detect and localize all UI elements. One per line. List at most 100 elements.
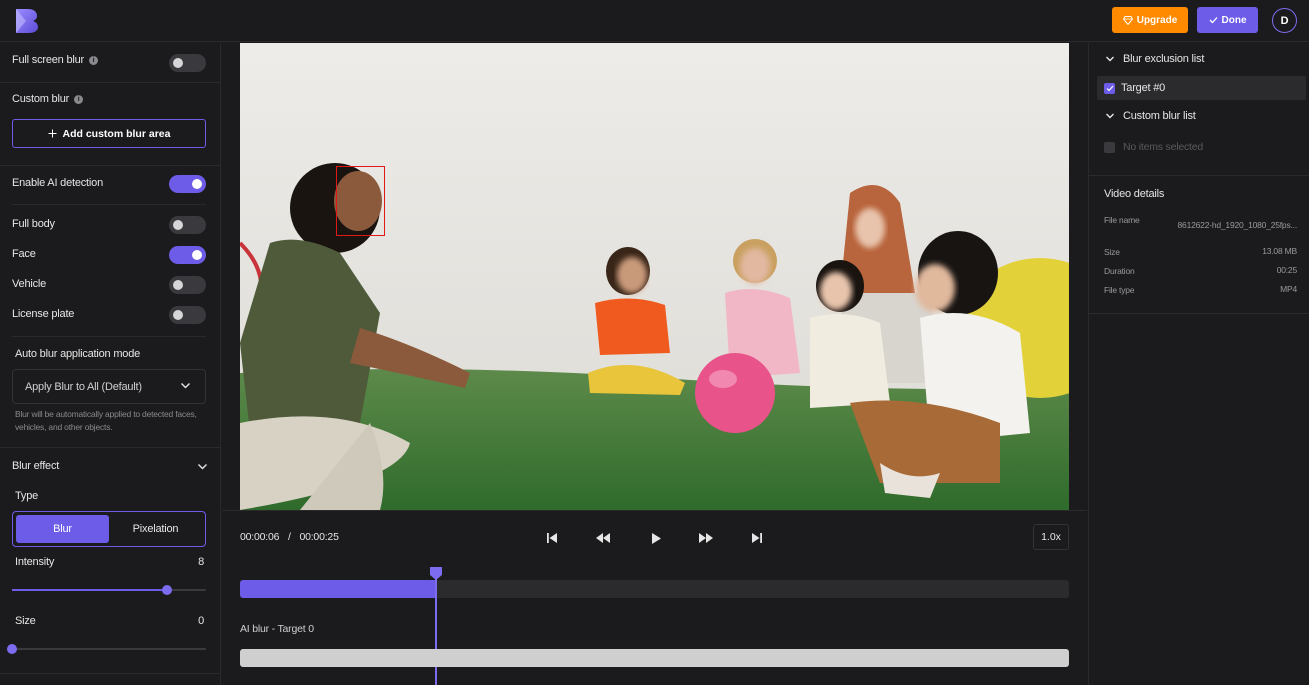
exclusion-item-label: Target #0 [1121, 82, 1166, 94]
divider [0, 447, 221, 448]
full-body-row: Full body [12, 218, 55, 230]
checkbox-disabled-icon [1104, 141, 1115, 153]
face-label: Face [12, 248, 36, 260]
blur-type-option[interactable]: Blur [16, 515, 109, 543]
rewind-icon [596, 533, 610, 543]
vehicle-row: Vehicle [12, 278, 46, 290]
plus-icon [48, 129, 57, 138]
auto-blur-mode-label: Auto blur application mode [15, 348, 141, 360]
info-icon[interactable]: i [89, 55, 98, 65]
vehicle-label: Vehicle [12, 278, 47, 290]
intensity-row: Intensity [15, 556, 54, 568]
check-icon [1209, 17, 1217, 24]
custom-blur-list-title: Custom blur list [1123, 110, 1196, 122]
file-type-key: File type [1104, 285, 1135, 295]
video-preview[interactable] [240, 43, 1069, 510]
size-slider-thumb[interactable] [7, 644, 17, 654]
chevron-down-icon[interactable] [197, 461, 208, 472]
divider [0, 82, 221, 83]
size-value: 0 [198, 615, 204, 627]
divider [0, 673, 221, 674]
add-custom-blur-label: Add custom blur area [62, 127, 171, 140]
video-frame-image [240, 43, 1069, 510]
pixelation-type-option[interactable]: Pixelation [109, 515, 202, 543]
playhead-handle[interactable] [429, 567, 442, 685]
chevron-down-icon [1106, 113, 1114, 119]
intensity-slider[interactable] [12, 585, 206, 595]
custom-blur-row: Custom blur i [12, 93, 84, 105]
chevron-down-icon [1106, 56, 1114, 62]
no-items-label: No items selected [1123, 141, 1204, 153]
size-label: Size [15, 615, 36, 627]
file-type-value: MP4 [1280, 284, 1297, 294]
full-screen-blur-row: Full screen blur i [12, 54, 98, 66]
custom-blur-list-header[interactable]: Custom blur list [1105, 110, 1196, 122]
time-display: 00:00:06 / 00:00:25 [240, 531, 339, 543]
intensity-label: Intensity [15, 556, 55, 568]
ai-detection-row: Enable AI detection [12, 177, 103, 189]
size-slider[interactable] [7, 644, 206, 654]
auto-blur-mode-value: Apply Blur to All (Default) [25, 380, 142, 393]
chevron-down-icon [181, 383, 190, 389]
timeline-played [240, 580, 436, 598]
duration-value: 00:25 [1276, 265, 1297, 275]
type-label: Type [15, 490, 39, 502]
done-button[interactable]: Done [1197, 7, 1258, 33]
size-value-detail: 13.08 MB [1262, 246, 1297, 256]
divider [12, 336, 206, 337]
blur-effect-header[interactable]: Blur effect [12, 460, 59, 472]
playback-speed-button[interactable]: 1.0x [1033, 524, 1069, 550]
add-custom-blur-area-button[interactable]: Add custom blur area [12, 119, 206, 148]
fast-forward-icon [699, 533, 713, 543]
upgrade-label: Upgrade [1136, 14, 1178, 26]
done-label: Done [1221, 14, 1247, 26]
skip-start-icon [547, 533, 557, 543]
file-name-value: 8612622-hd_1920_1080_25fps... [1177, 220, 1298, 230]
exclusion-item-target-0[interactable]: Target #0 [1097, 76, 1306, 100]
info-icon[interactable]: i [74, 94, 84, 104]
time-separator: / [288, 531, 291, 543]
blur-exclusion-list-header[interactable]: Blur exclusion list [1105, 53, 1204, 65]
blur-type-segmented-control: Blur Pixelation [12, 511, 206, 547]
intensity-value: 8 [198, 556, 204, 568]
blur-effect-title: Blur effect [12, 460, 60, 472]
timeline-track[interactable] [240, 580, 1069, 598]
divider [12, 204, 206, 205]
intensity-slider-fill [12, 589, 168, 591]
right-lists-panel: Blur exclusion list Target #0 Custom blu… [1088, 43, 1309, 685]
full-body-toggle[interactable] [169, 216, 206, 234]
custom-list-empty: No items selected [1104, 141, 1203, 153]
divider [222, 510, 1087, 511]
auto-blur-mode-select[interactable]: Apply Blur to All (Default) [12, 369, 206, 404]
intensity-slider-thumb[interactable] [162, 585, 173, 595]
custom-blur-label: Custom blur [12, 93, 70, 105]
skip-to-start-button[interactable] [544, 530, 560, 546]
face-toggle[interactable] [169, 246, 206, 264]
user-avatar[interactable]: D [1272, 8, 1297, 33]
current-time: 00:00:06 [240, 531, 280, 543]
checkbox-checked-icon[interactable] [1104, 82, 1115, 94]
size-row: Size [15, 615, 36, 627]
duration-key: Duration [1104, 266, 1135, 276]
ai-blur-track-bar[interactable] [240, 649, 1069, 667]
app-logo-icon[interactable] [14, 9, 39, 33]
face-detection-box[interactable] [336, 166, 385, 236]
vehicle-toggle[interactable] [169, 276, 206, 294]
duration-time: 00:00:25 [299, 531, 339, 543]
license-plate-label: License plate [12, 308, 75, 320]
skip-to-end-button[interactable] [749, 530, 765, 546]
blur-exclusion-title: Blur exclusion list [1123, 53, 1205, 65]
upgrade-button[interactable]: Upgrade [1112, 7, 1188, 33]
play-button[interactable] [648, 530, 664, 546]
license-plate-row: License plate [12, 308, 74, 320]
full-screen-blur-toggle[interactable] [169, 54, 206, 72]
full-screen-blur-label: Full screen blur [12, 54, 84, 66]
editor-center: 00:00:06 / 00:00:25 1.0x AI blur - Targe… [222, 43, 1087, 685]
rewind-button[interactable] [595, 530, 611, 546]
license-plate-toggle[interactable] [169, 306, 206, 324]
auto-blur-mode-row: Auto blur application mode [15, 348, 140, 360]
ai-detection-toggle[interactable] [169, 175, 206, 193]
type-row: Type [15, 490, 38, 502]
divider [1089, 175, 1309, 176]
fast-forward-button[interactable] [698, 530, 714, 546]
